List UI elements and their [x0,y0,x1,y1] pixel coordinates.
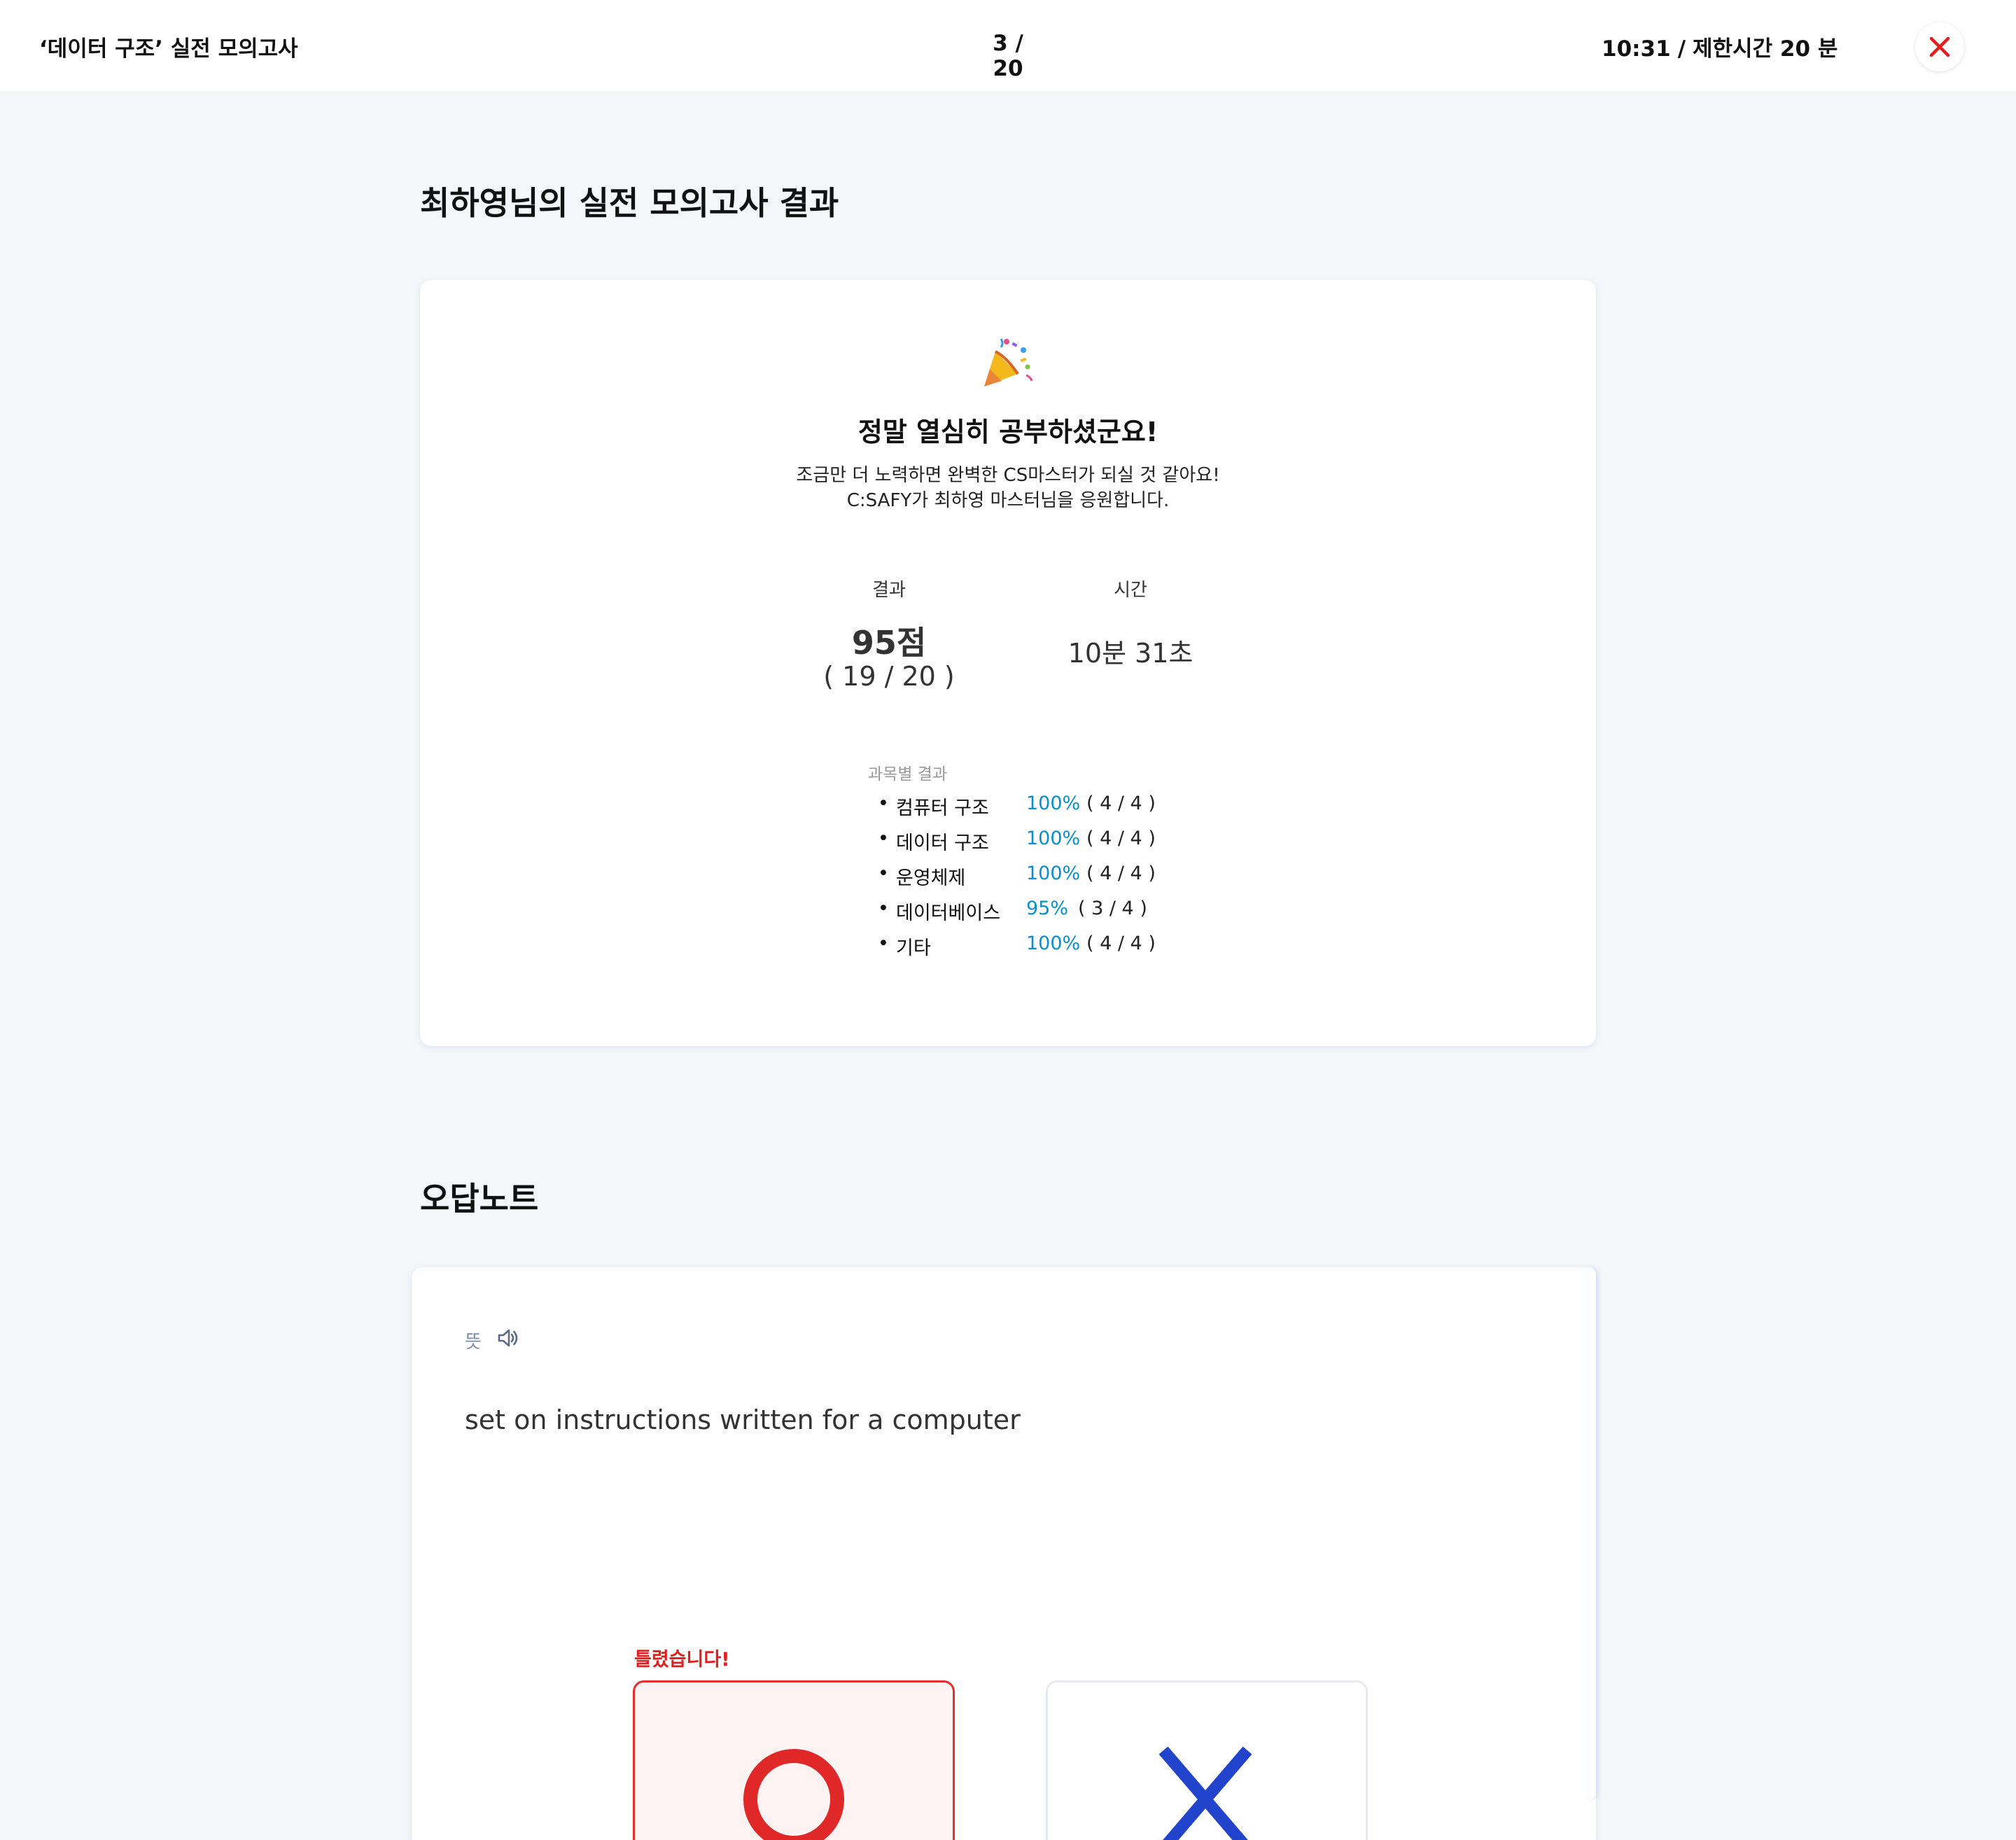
top-bar: ‘데이터 구조’ 실전 모의고사 3 / 20 10:31/ 제한시간 20 분 [0,0,2016,91]
subject-name: 컴퓨터 구조 [896,797,989,819]
speaker-icon[interactable] [496,1326,519,1350]
subject-count: ( 4 / 4 ) [1086,793,1156,814]
score-value: 95점 [851,624,927,662]
subject-percent: 100% [1026,793,1081,814]
time-label: 시간 [1114,580,1147,601]
subject-results-heading: 과목별 결과 [868,765,948,783]
timer-separator: / [1677,36,1686,62]
wrong-note-section-title: 오답노트 [420,1180,539,1218]
result-headline: 정말 열심히 공부하셨군요! [858,417,1158,447]
wrong-answer-label: 틀렸습니다! [634,1649,730,1671]
question-text: set on instructions written for a comput… [465,1405,1021,1435]
choice-x-button[interactable] [1046,1680,1368,1840]
subject-name: 운영체제 [896,867,966,889]
party-popper-icon [984,338,1033,386]
elapsed-time: 10:31 [1602,36,1671,62]
subject-name: 데이터베이스 [896,902,1001,924]
choice-o-button[interactable] [633,1680,955,1840]
result-card: 정말 열심히 공부하셨군요! 조금만 더 노력하면 완벽한 CS마스터가 되실 … [420,280,1596,1046]
encouragement-line-2: C:SAFY가 최하영 마스터님을 응원합니다. [846,490,1170,511]
score-label: 결과 [872,580,906,601]
subject-count: ( 4 / 4 ) [1086,863,1156,884]
o-mark-icon [743,1749,844,1840]
exam-title: ‘데이터 구조’ 실전 모의고사 [39,36,298,62]
close-button[interactable] [1915,22,1964,71]
meaning-label: 뜻 [465,1332,482,1353]
result-section-title: 최하영님의 실전 모의고사 결과 [420,184,839,222]
subject-name: 데이터 구조 [896,832,989,854]
subject-percent: 100% [1026,933,1081,954]
subject-percent: 100% [1026,863,1081,884]
question-progress: 3 / 20 [993,31,1023,81]
timer: 10:31/ 제한시간 20 분 [1602,31,1837,62]
subject-count: ( 3 / 4 ) [1078,898,1147,919]
close-icon [1929,36,1950,57]
encouragement-line-1: 조금만 더 노력하면 완벽한 CS마스터가 되실 것 같아요! [796,465,1220,486]
time-limit: 제한시간 20 분 [1693,36,1838,62]
wrong-note-card: 뜻 set on instructions written for a comp… [412,1267,1596,1840]
subject-count: ( 4 / 4 ) [1086,933,1156,954]
score-fraction: ( 19 / 20 ) [823,661,955,692]
subject-percent: 95% [1026,898,1069,919]
x-mark-icon [1158,1746,1252,1840]
subject-name: 기타 [896,938,931,959]
subject-count: ( 4 / 4 ) [1086,828,1156,849]
time-value: 10분 31초 [1068,638,1194,669]
subject-percent: 100% [1026,828,1081,849]
card-stack-edge [1589,1267,1596,1799]
